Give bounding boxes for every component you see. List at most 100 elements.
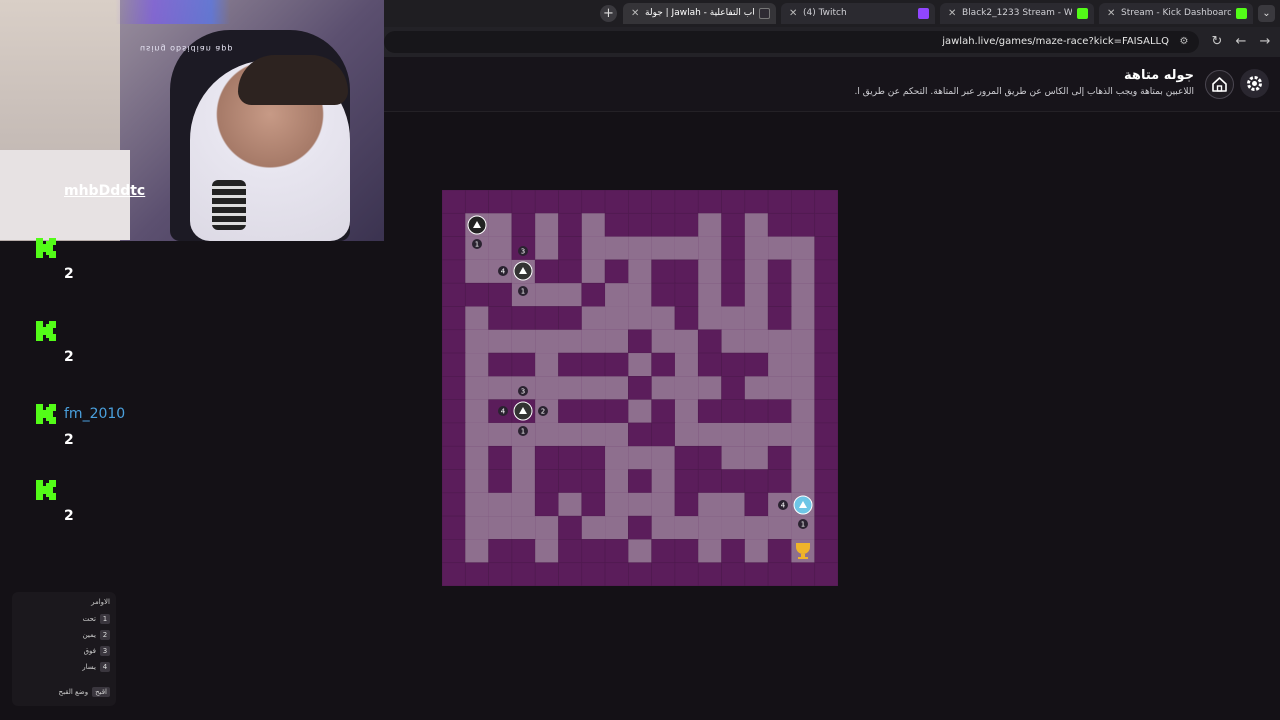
command-label: تحت <box>82 615 96 623</box>
maze-path-cell <box>535 516 559 540</box>
close-tab-icon[interactable]: ✕ <box>789 3 797 24</box>
maze-path-cell <box>628 446 652 470</box>
maze-wall-cell <box>628 376 652 400</box>
maze-path-cell <box>744 306 769 330</box>
maze-wall-cell <box>558 445 583 470</box>
back-arrow-icon[interactable]: ← <box>1232 33 1250 51</box>
maze-wall-cell <box>442 259 466 284</box>
svg-text:4: 4 <box>781 502 786 510</box>
maze-wall-cell <box>697 399 722 424</box>
maze-wall-cell <box>767 259 792 284</box>
maze-wall-cell <box>814 539 838 564</box>
maze-path-cell <box>698 306 722 330</box>
maze-path-cell <box>791 306 815 330</box>
maze-wall-cell <box>604 212 629 237</box>
tab-jawlah[interactable]: ✕ جولة | Jawlah - منصة الألعاب التفاعلية <box>623 3 776 24</box>
maze-wall-cell <box>558 212 583 237</box>
maze-path-cell <box>488 236 512 260</box>
maze-wall-cell <box>488 445 513 470</box>
maze-path-cell <box>768 422 792 447</box>
move-option-badge: 1 <box>798 519 808 529</box>
chat-username: fm_2010 <box>64 406 126 422</box>
maze-wall-cell <box>511 190 536 214</box>
maze-wall-cell <box>697 190 722 214</box>
maze-path-cell <box>628 353 652 377</box>
site-settings-icon[interactable]: ⚙ <box>1177 35 1191 49</box>
maze-path-cell <box>535 283 559 307</box>
tab-kick-dashboard[interactable]: ✕ Stream - Kick Dashboard <box>1099 3 1253 24</box>
maze-wall-cell <box>581 539 606 564</box>
maze-path-cell <box>791 329 815 354</box>
maze-wall-cell <box>697 562 722 586</box>
maze-wall-cell <box>581 562 606 586</box>
maze-wall-cell <box>674 539 699 564</box>
maze-path-cell <box>674 376 699 400</box>
maze-wall-cell <box>767 190 792 214</box>
maze-wall-cell <box>442 445 466 470</box>
maze-path-cell <box>651 446 675 470</box>
maze-wall-cell <box>581 492 606 517</box>
maze-wall-cell <box>791 562 816 586</box>
close-tab-icon[interactable]: ✕ <box>1107 3 1115 24</box>
maze-wall-cell <box>721 562 746 586</box>
home-button[interactable] <box>1205 70 1234 99</box>
maze-wall-cell <box>442 399 466 424</box>
close-tab-icon[interactable]: ✕ <box>948 3 956 24</box>
maze-path-cell <box>535 376 559 400</box>
maze-path-cell <box>605 469 629 493</box>
maze-path-cell <box>698 376 722 400</box>
maze-path-cell <box>465 376 489 400</box>
maze-wall-cell <box>628 212 652 237</box>
maze-board: 1 3 4 1 3 4 2 1 4 1 <box>442 190 838 586</box>
url-field[interactable]: jawlah.live/games/maze-race?kick=FAISALL… <box>384 31 1199 53</box>
reload-icon[interactable]: ↻ <box>1208 33 1226 51</box>
new-tab-button[interactable]: + <box>600 5 617 22</box>
maze-wall-cell <box>767 469 792 494</box>
maze-path-cell <box>465 353 489 377</box>
settings-button[interactable] <box>1240 69 1269 98</box>
svg-text:3: 3 <box>521 248 525 256</box>
close-tab-icon[interactable]: ✕ <box>631 3 639 24</box>
maze-wall-cell <box>534 445 559 470</box>
maze-path-cell <box>651 306 675 330</box>
maze-wall-cell <box>604 259 629 284</box>
move-option-badge: 4 <box>778 500 788 510</box>
maze-wall-cell <box>604 352 629 377</box>
maze-path-cell <box>744 236 769 260</box>
maze-path-cell <box>488 516 512 540</box>
maze-path-cell <box>791 469 815 493</box>
tab-twitch[interactable]: ✕ (4) Twitch <box>781 3 935 24</box>
maze-path-cell <box>768 236 792 260</box>
maze-wall-cell <box>442 282 466 307</box>
tab-black2[interactable]: ✕ Black2_1233 Stream - Watch Live <box>940 3 1094 24</box>
maze-path-cell <box>511 446 536 470</box>
kick-favicon-icon <box>1077 8 1088 19</box>
maze-path-cell <box>605 236 629 260</box>
maze-path-cell <box>465 329 489 354</box>
maze-wall-cell <box>814 492 838 517</box>
maze-wall-cell <box>767 306 792 331</box>
maze-path-cell <box>791 283 815 307</box>
command-footer: اقبحوضع القبح <box>59 687 110 697</box>
maze-path-cell <box>605 446 629 470</box>
maze-path-cell <box>791 353 815 377</box>
maze-path-cell <box>558 376 582 400</box>
maze-path-cell <box>651 236 675 260</box>
maze-path-cell <box>721 516 745 540</box>
maze-wall-cell <box>721 352 746 377</box>
maze-path-cell <box>651 469 675 493</box>
kick-logo-icon <box>36 238 56 258</box>
forward-arrow-icon[interactable]: → <box>1256 33 1274 51</box>
tab-menu-button[interactable]: ⌄ <box>1258 5 1275 22</box>
maze-wall-cell <box>442 190 466 214</box>
maze-path-cell <box>744 213 769 237</box>
maze-wall-cell <box>558 515 583 540</box>
maze-wall-cell <box>767 562 792 586</box>
maze-wall-cell <box>628 422 652 447</box>
maze-path-cell <box>651 516 675 540</box>
maze-path-cell <box>651 492 675 517</box>
maze-path-cell <box>465 306 489 330</box>
svg-text:1: 1 <box>521 428 525 436</box>
page-description: اللاعبين بمتاهة ويجب الذهاب إلى الكأس عن… <box>854 87 1194 97</box>
maze-wall-cell <box>767 399 792 424</box>
